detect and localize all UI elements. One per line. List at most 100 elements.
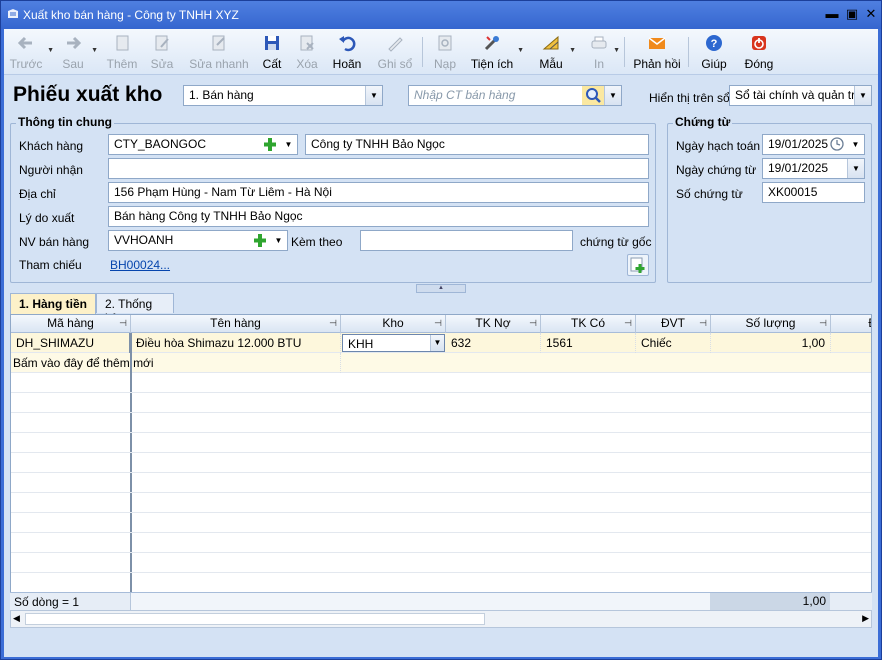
cell-tk-co[interactable]: 1561 <box>541 333 636 353</box>
add-reference-button[interactable] <box>627 254 649 276</box>
pin-icon[interactable]: ⊣ <box>434 315 442 332</box>
voucher-type-select[interactable]: 1. Bán hàng ▼ <box>183 85 383 106</box>
cancel-button[interactable]: Hoãn <box>330 31 364 73</box>
add-customer-icon[interactable] <box>261 135 279 154</box>
address-field[interactable]: 156 Phạm Hùng - Nam Từ Liêm - Hà Nội <box>108 182 649 203</box>
empty-row[interactable] <box>11 493 871 513</box>
form-header: Phiếu xuất kho 1. Bán hàng ▼ Nhập CT bán… <box>4 75 878 119</box>
reference-link[interactable]: BH00024 <box>110 258 160 272</box>
empty-row[interactable] <box>11 553 871 573</box>
horizontal-scrollbar[interactable]: ◀ ▶ <box>10 610 872 628</box>
voucher-date-field[interactable]: 19/01/2025 ▼ <box>762 158 865 179</box>
col-so-luong[interactable]: Số lượng ⊣ <box>711 315 831 333</box>
reason-field[interactable]: Bán hàng Công ty TNHH Bảo Ngọc <box>108 206 649 227</box>
scroll-left-icon[interactable]: ◀ <box>13 613 20 624</box>
attach-count-field[interactable] <box>360 230 573 251</box>
col-next[interactable]: Đ <box>831 315 871 333</box>
chevron-down-icon[interactable]: ▼ <box>365 86 382 105</box>
customer-name-field[interactable]: Công ty TNHH Bảo Ngọc <box>305 134 649 155</box>
scroll-thumb[interactable] <box>25 613 485 625</box>
customer-code-field[interactable]: CTY_BAONGOC ▼ <box>108 134 298 155</box>
cell-dvt[interactable]: Chiếc <box>636 333 711 353</box>
help-button[interactable]: ? Giúp <box>699 31 729 73</box>
chevron-down-icon[interactable]: ▼ <box>270 231 287 250</box>
empty-row[interactable] <box>11 453 871 473</box>
toolbar-separator <box>422 37 423 67</box>
edit-button[interactable]: Sửa <box>147 31 177 73</box>
chevron-down-icon[interactable]: ▼ <box>847 159 864 178</box>
chevron-down-icon[interactable]: ▼ <box>854 86 871 105</box>
cell-tk-no[interactable]: 632 <box>446 333 541 353</box>
chevron-down-icon[interactable]: ▼ <box>847 135 864 154</box>
receiver-field[interactable] <box>108 158 649 179</box>
general-info-group: Thông tin chung Khách hàng CTY_BAONGOC ▼… <box>10 115 656 283</box>
post-button[interactable]: Ghi sổ <box>376 31 414 73</box>
edit-icon <box>155 35 169 51</box>
empty-row[interactable] <box>11 533 871 553</box>
pin-icon[interactable]: ⊣ <box>119 315 127 332</box>
minimize-button[interactable]: ▬ <box>823 5 841 23</box>
reference-more-link[interactable]: ... <box>160 258 170 272</box>
chevron-down-icon[interactable]: ▼ <box>430 335 444 351</box>
add-row-hint[interactable]: Bấm vào đây để thêm mới <box>11 353 341 373</box>
sales-voucher-search[interactable]: Nhập CT bán hàng ▼ <box>408 85 622 106</box>
prev-button[interactable]: Trước ▼ <box>8 31 54 73</box>
quick-edit-button[interactable]: Sửa nhanh <box>189 31 249 73</box>
maximize-button[interactable]: ▣ <box>843 5 861 23</box>
grid-footer: Số dòng = 1 1,00 <box>10 592 872 610</box>
pin-icon[interactable]: ⊣ <box>624 315 632 332</box>
col-tk-co[interactable]: TK Có ⊣ <box>541 315 636 333</box>
next-button[interactable]: Sau ▼ <box>58 31 98 73</box>
cell-ten-hang[interactable]: Điều hòa Shimazu 12.000 BTU <box>131 333 341 353</box>
col-dvt[interactable]: ĐVT ⊣ <box>636 315 711 333</box>
add-button[interactable]: Thêm <box>104 31 140 73</box>
search-icon[interactable] <box>582 86 604 105</box>
template-icon <box>542 35 559 50</box>
chevron-down-icon[interactable]: ▼ <box>604 86 621 105</box>
chevron-down-icon[interactable]: ▼ <box>280 135 297 154</box>
pin-icon[interactable]: ⊣ <box>819 315 827 332</box>
add-row[interactable]: Bấm vào đây để thêm mới <box>11 353 871 373</box>
col-ten-hang[interactable]: Tên hàng ⊣ <box>131 315 341 333</box>
display-on-book-select[interactable]: Sổ tài chính và quản trị ▼ <box>729 85 872 106</box>
delete-button[interactable]: Xóa <box>294 31 320 73</box>
page-title: Phiếu xuất kho <box>13 83 163 106</box>
posting-date-field[interactable]: 19/01/2025 ▼ <box>762 134 865 155</box>
voucher-no-field[interactable]: XK00015 <box>762 182 865 203</box>
sales-staff-field[interactable]: VVHOANH ▼ <box>108 230 288 251</box>
utilities-button[interactable]: Tiện ích ▼ <box>470 31 524 73</box>
save-button[interactable]: Cất <box>259 31 285 73</box>
empty-row[interactable] <box>11 413 871 433</box>
feedback-button[interactable]: Phản hồi <box>632 31 682 73</box>
print-button[interactable]: In ▼ <box>588 31 620 73</box>
col-tk-no[interactable]: TK Nợ ⊣ <box>446 315 541 333</box>
tab-statistics[interactable]: 2. Thống kê <box>96 293 174 325</box>
pin-icon[interactable]: ⊣ <box>329 315 337 332</box>
col-ma-hang[interactable]: Mã hàng ⊣ <box>11 315 131 333</box>
close-button[interactable]: Đóng <box>742 31 776 73</box>
empty-row[interactable] <box>11 393 871 413</box>
tab-goods-money[interactable]: 1. Hàng tiền <box>10 293 96 314</box>
help-icon: ? <box>706 35 722 51</box>
load-button[interactable]: Nạp <box>431 31 459 73</box>
empty-row[interactable] <box>11 473 871 493</box>
collapse-splitter[interactable]: ▲ <box>416 284 466 293</box>
pin-icon[interactable]: ⊣ <box>529 315 537 332</box>
cell-kho-select[interactable]: KHH ▼ <box>342 334 445 352</box>
empty-row[interactable] <box>11 573 871 593</box>
empty-row[interactable] <box>11 373 871 393</box>
pin-icon[interactable]: ⊣ <box>699 315 707 332</box>
toolbar-separator <box>688 37 689 67</box>
template-button[interactable]: Mẫu ▼ <box>536 31 576 73</box>
close-window-button[interactable]: ✕ <box>862 5 880 23</box>
cell-so-luong[interactable]: 1,00 <box>711 333 831 353</box>
empty-row[interactable] <box>11 513 871 533</box>
empty-row[interactable] <box>11 433 871 453</box>
cell-ma-hang[interactable]: DH_SHIMAZU <box>11 333 131 353</box>
add-staff-icon[interactable] <box>251 231 269 250</box>
scroll-right-icon[interactable]: ▶ <box>862 613 869 624</box>
table-row[interactable]: DH_SHIMAZU Điều hòa Shimazu 12.000 BTU K… <box>11 333 871 353</box>
col-kho[interactable]: Kho ⊣ <box>341 315 446 333</box>
clock-icon[interactable] <box>829 136 845 154</box>
status-bar <box>4 633 878 657</box>
